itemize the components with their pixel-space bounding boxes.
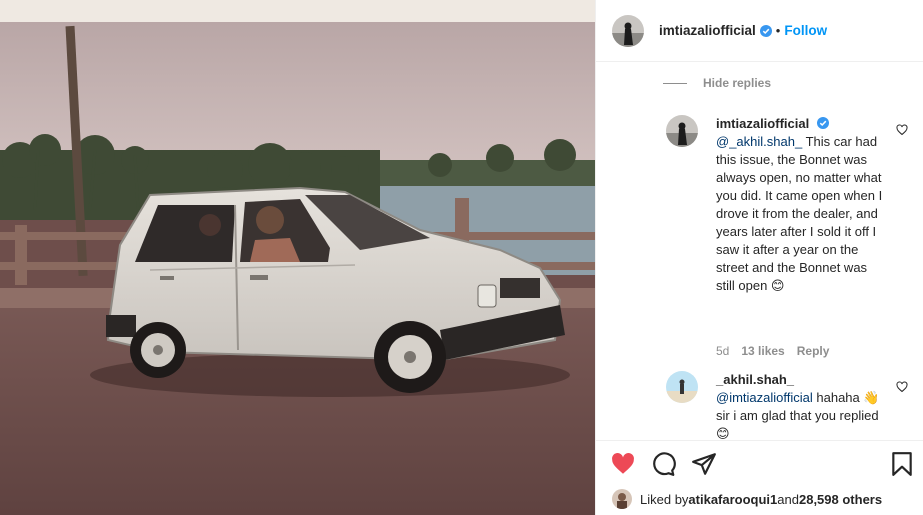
comment-text: hahaha xyxy=(812,390,864,405)
smile-emoji-icon: 😊 xyxy=(716,426,730,439)
author-avatar-image xyxy=(612,14,644,47)
liker-avatar[interactable] xyxy=(612,489,632,509)
comment-like-heart-icon[interactable] xyxy=(896,381,908,393)
post-side-panel: imtiazaliofficial • Follow Hide replies xyxy=(595,0,923,515)
verified-badge-icon xyxy=(816,117,829,129)
comment-text-continued: sir i am glad that you replied xyxy=(716,408,879,423)
liker-avatar-image xyxy=(612,489,632,509)
wave-emoji-icon: 👋 xyxy=(863,390,880,405)
comment-mention[interactable]: @_akhil.shah_ xyxy=(716,134,802,149)
post-photo-image xyxy=(0,0,595,515)
post-photo[interactable] xyxy=(0,0,595,515)
comment-reply-button[interactable]: Reply xyxy=(797,344,830,358)
smile-emoji-icon: 😊 xyxy=(770,278,785,293)
comment-username[interactable]: imtiazaliofficial xyxy=(716,116,809,131)
hide-replies-label: Hide replies xyxy=(703,76,772,90)
verified-badge-icon xyxy=(759,24,772,37)
follow-button[interactable]: Follow xyxy=(784,23,827,38)
post-header: imtiazaliofficial • Follow xyxy=(596,0,923,62)
comment-age: 5d xyxy=(716,344,730,358)
comment-like-heart-icon[interactable] xyxy=(896,124,908,136)
comment-body: _akhil.shah_ @imtiazaliofficial hahaha 👋… xyxy=(716,371,886,439)
comment-body: imtiazaliofficial @_akhil.shah_ This car… xyxy=(716,115,886,295)
author-avatar[interactable] xyxy=(612,14,644,47)
comment-avatar-image xyxy=(666,371,698,403)
comment-avatar[interactable] xyxy=(666,115,698,147)
bookmark-icon[interactable] xyxy=(889,451,915,477)
comment-avatar-image xyxy=(666,115,698,147)
liked-by-conjunction: and xyxy=(777,491,799,507)
comment-bubble-icon[interactable] xyxy=(650,451,676,477)
comment-username[interactable]: _akhil.shah_ xyxy=(716,372,794,387)
comment-text: This car had this issue, the Bonnet was … xyxy=(716,134,883,293)
comment-meta: 5d 13 likes Reply xyxy=(716,344,829,358)
comment-avatar[interactable] xyxy=(666,371,698,403)
liked-by-prefix: Liked by xyxy=(640,491,689,507)
liker-username[interactable]: atikafarooqui1 xyxy=(688,492,777,507)
post-actions-bar: Liked by atikafarooqui1 and 28,598 other… xyxy=(596,440,923,515)
hide-replies-divider xyxy=(663,82,687,84)
likes-count[interactable]: 28,598 others xyxy=(799,492,882,507)
heart-icon[interactable] xyxy=(610,451,636,477)
comment-mention[interactable]: @imtiazaliofficial xyxy=(716,390,813,405)
comments-list[interactable]: Hide replies imtiazaliofficial @_akhil.s… xyxy=(596,63,923,439)
author-username[interactable]: imtiazaliofficial xyxy=(659,23,756,38)
hide-replies-button[interactable]: Hide replies xyxy=(663,76,771,90)
likes-summary: Liked by atikafarooqui1 and 28,598 other… xyxy=(612,489,882,509)
comment-likes-count[interactable]: 13 likes xyxy=(741,344,784,358)
separator-dot: • xyxy=(775,23,781,38)
paper-plane-icon[interactable] xyxy=(691,451,717,477)
